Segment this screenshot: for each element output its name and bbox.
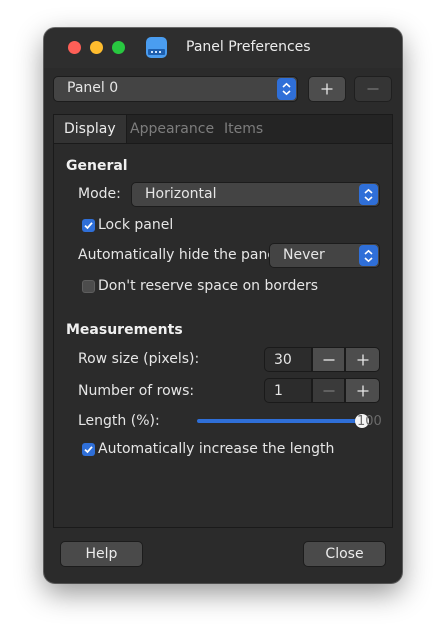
row-size-input[interactable]: 30 <box>264 347 312 372</box>
length-slider-fill <box>197 419 362 423</box>
plus-icon <box>321 83 333 95</box>
panel-icon <box>146 37 167 58</box>
help-button-label: Help <box>85 546 118 562</box>
measurements-heading: Measurements <box>66 322 183 338</box>
mode-label: Mode: <box>78 186 121 202</box>
reserve-space-label[interactable]: Don't reserve space on borders <box>98 278 318 294</box>
reserve-space-checkbox[interactable] <box>82 280 95 293</box>
rows-value: 1 <box>274 383 283 399</box>
plus-icon <box>357 354 368 365</box>
general-heading: General <box>66 158 128 174</box>
window-title: Panel Preferences <box>186 39 311 55</box>
panel-select[interactable]: Panel 0 <box>53 76 298 102</box>
maximize-window-button[interactable] <box>112 41 125 54</box>
help-button[interactable]: Help <box>60 541 143 567</box>
length-slider[interactable] <box>197 412 369 430</box>
length-label: Length (%): <box>78 413 160 429</box>
tab-items[interactable]: Items <box>214 115 273 143</box>
plus-icon <box>357 385 368 396</box>
row-size-label: Row size (pixels): <box>78 351 200 367</box>
rows-input[interactable]: 1 <box>264 378 312 403</box>
titlebar[interactable]: Panel Preferences <box>44 28 402 68</box>
autohide-select[interactable]: Never <box>269 243 380 268</box>
checkmark-icon <box>84 446 93 454</box>
minimize-window-button[interactable] <box>90 41 103 54</box>
tab-display[interactable]: Display <box>54 115 127 143</box>
rows-decrement-button[interactable] <box>312 378 345 403</box>
up-down-arrows-icon <box>277 78 296 100</box>
mode-select-value: Horizontal <box>145 186 217 202</box>
lock-panel-label[interactable]: Lock panel <box>98 217 173 233</box>
auto-increase-label[interactable]: Automatically increase the length <box>98 441 334 457</box>
rows-increment-button[interactable] <box>345 378 380 403</box>
rows-label: Number of rows: <box>78 383 195 399</box>
preferences-notebook: Display Appearance Items General Mode: H… <box>53 114 393 528</box>
mode-select[interactable]: Horizontal <box>131 182 380 207</box>
tab-appearance[interactable]: Appearance <box>120 115 224 143</box>
remove-panel-button[interactable] <box>354 76 392 102</box>
row-size-increment-button[interactable] <box>345 347 380 372</box>
autohide-label: Automatically hide the panel: <box>78 247 285 263</box>
close-window-button[interactable] <box>68 41 81 54</box>
close-button[interactable]: Close <box>303 541 386 567</box>
tab-bar: Display Appearance Items <box>54 115 392 144</box>
row-size-value: 30 <box>274 352 292 368</box>
panel-select-value: Panel 0 <box>67 80 119 96</box>
minus-icon <box>323 358 334 361</box>
up-down-arrows-icon <box>359 184 378 205</box>
add-panel-button[interactable] <box>308 76 346 102</box>
length-value: 100 <box>357 414 382 429</box>
up-down-arrows-icon <box>359 245 378 266</box>
minus-icon <box>367 88 379 90</box>
autohide-select-value: Never <box>283 247 325 263</box>
checkmark-icon <box>84 222 93 230</box>
minus-icon <box>323 389 334 392</box>
row-size-decrement-button[interactable] <box>312 347 345 372</box>
auto-increase-checkbox[interactable] <box>82 443 95 456</box>
close-button-label: Close <box>325 546 364 562</box>
panel-preferences-window: Panel Preferences Panel 0 Display Appear… <box>44 28 402 583</box>
lock-panel-checkbox[interactable] <box>82 219 95 232</box>
